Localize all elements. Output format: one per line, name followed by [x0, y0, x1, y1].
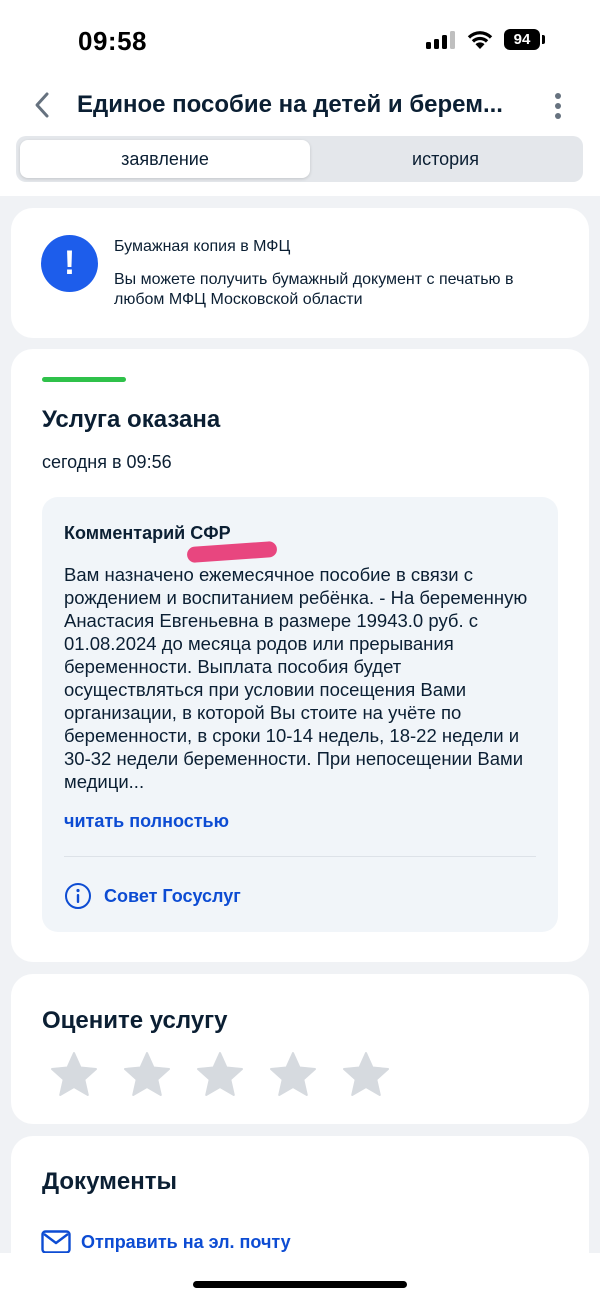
signal-icon [426, 31, 456, 49]
status-time: 09:58 [78, 26, 147, 56]
page-title: Единое пособие на детей и берем... [77, 91, 503, 118]
redaction-mark [186, 540, 278, 564]
divider [64, 856, 536, 857]
tab-history[interactable]: история [312, 140, 579, 178]
comment-box: Комментарий СФР Вам назначено ежемесячно… [42, 497, 558, 932]
more-vertical-icon[interactable] [546, 92, 570, 120]
star-icon[interactable] [195, 1050, 245, 1100]
tab-application[interactable]: заявление [20, 140, 310, 178]
status-card: Услуга оказана сегодня в 09:56 Комментар… [11, 349, 589, 962]
advice-link[interactable]: Совет Госуслуг [104, 886, 241, 907]
star-icon[interactable] [268, 1050, 318, 1100]
mail-icon [41, 1230, 71, 1254]
chevron-left-icon[interactable] [28, 90, 58, 120]
bottom-safe-area [0, 1253, 600, 1300]
info-icon [65, 883, 91, 909]
home-indicator[interactable] [193, 1281, 407, 1288]
star-icon[interactable] [49, 1050, 99, 1100]
segmented-tabs: заявление история [16, 136, 583, 182]
read-more-link[interactable]: читать полностью [64, 811, 229, 832]
star-icon[interactable] [341, 1050, 391, 1100]
exclamation-icon: ! [41, 235, 98, 292]
notice-text: Вы можете получить бумажный документ с п… [114, 271, 514, 308]
documents-title: Документы [42, 1168, 177, 1195]
status-date: сегодня в 09:56 [42, 452, 172, 472]
status-indicator [42, 377, 126, 382]
comment-title: Комментарий СФР [64, 523, 231, 543]
rating-card: Оцените услугу [11, 974, 589, 1124]
battery-tip [542, 35, 545, 44]
wifi-icon [467, 31, 493, 49]
comment-text: Вам назначено ежемесячное пособие в связ… [64, 564, 528, 792]
rating-title: Оцените услугу [42, 1007, 228, 1034]
send-email-link[interactable]: Отправить на эл. почту [81, 1232, 291, 1253]
notice-title: Бумажная копия в МФЦ [114, 238, 291, 255]
notice-card: ! Бумажная копия в МФЦ Вы можете получит… [11, 208, 589, 338]
battery-icon: 94 [504, 29, 540, 50]
status-title: Услуга оказана [42, 406, 221, 433]
top-bar: 09:58 94 Единое пособие на детей и берем… [0, 0, 600, 196]
star-icon[interactable] [122, 1050, 172, 1100]
